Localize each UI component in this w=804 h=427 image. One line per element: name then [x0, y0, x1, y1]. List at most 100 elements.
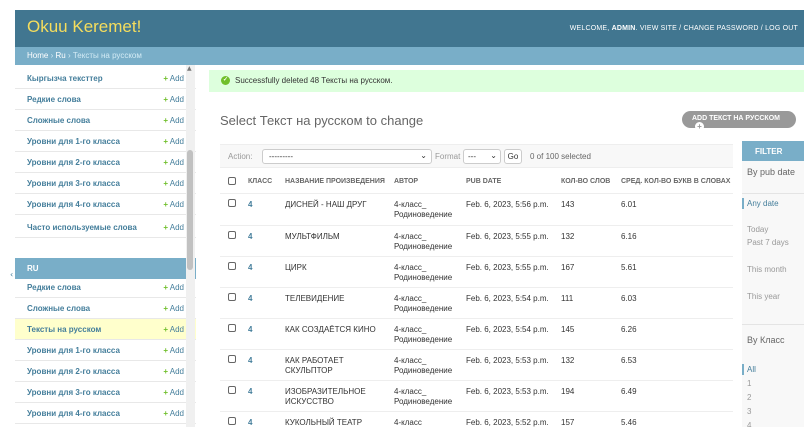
row-author: 4-класс_ Родиноведение: [394, 294, 453, 313]
sidebar-model-link[interactable]: Уровни для 4-го класса: [27, 200, 120, 209]
row-checkbox[interactable]: [228, 417, 236, 425]
row-words: 194: [561, 387, 575, 396]
sidebar-add-link[interactable]: + Add: [163, 158, 184, 167]
sidebar-add-link[interactable]: + Add: [163, 137, 184, 146]
filter-divider: [742, 324, 804, 325]
sidebar-add-label: Add: [169, 95, 184, 104]
sidebar-model-link[interactable]: Тексты на русском: [27, 325, 101, 334]
sidebar-add-link[interactable]: + Add: [163, 95, 184, 104]
sidebar-add-label: Add: [169, 409, 184, 418]
row-checkbox[interactable]: [228, 324, 236, 332]
row-checkbox[interactable]: [228, 231, 236, 239]
breadcrumb-separator: ›: [67, 51, 71, 60]
sidebar-model-link[interactable]: Часто используемые слова: [27, 223, 137, 232]
row-words: 167: [561, 263, 575, 272]
plus-icon: +: [163, 158, 168, 167]
filter-item-this-year[interactable]: This year: [742, 291, 804, 302]
filter-item-2[interactable]: 2: [742, 392, 804, 403]
filter-item-4[interactable]: 4: [742, 420, 804, 427]
breadcrumb-home[interactable]: Home: [27, 51, 48, 60]
filter-title: FILTER: [742, 141, 804, 161]
filter-item-today[interactable]: Today: [742, 224, 804, 235]
sidebar-scrollbar[interactable]: ▲: [186, 65, 195, 427]
row-klass-link[interactable]: 4: [248, 356, 252, 366]
sidebar-app-header[interactable]: RU: [15, 258, 196, 279]
sidebar-add-label: Add: [169, 116, 184, 125]
success-message: ✓ Successfully deleted 48 Тексты на русс…: [209, 70, 804, 92]
filter-item-this-month[interactable]: This month: [742, 264, 804, 275]
row-checkbox[interactable]: [228, 355, 236, 363]
row-klass-link[interactable]: 4: [248, 418, 252, 427]
sidebar-model-link[interactable]: Уровни для 1-го класса: [27, 346, 120, 355]
row-title: КАК РАБОТАЕТ СКУЛЬПТОР: [285, 356, 344, 375]
sidebar-add-link[interactable]: + Add: [163, 388, 184, 397]
column-header-pubdate[interactable]: PUB DATE: [466, 178, 501, 185]
sidebar-add-link[interactable]: + Add: [163, 304, 184, 313]
row-title: ЦИРК: [285, 263, 307, 272]
row-pubdate: Feb. 6, 2023, 5:56 p.m.: [466, 200, 549, 209]
row-checkbox[interactable]: [228, 293, 236, 301]
sidebar-model-link[interactable]: Кыргызча тексттер: [27, 74, 103, 83]
filter-item-3[interactable]: 3: [742, 406, 804, 417]
row-klass-link[interactable]: 4: [248, 263, 252, 273]
sidebar-add-link[interactable]: + Add: [163, 283, 184, 292]
add-text-button[interactable]: ADD ТЕКСТ НА РУССКОМ +: [682, 111, 796, 131]
select-all-checkbox[interactable]: [228, 177, 236, 185]
sidebar-model-link[interactable]: Уровни для 2-го класса: [27, 367, 120, 376]
check-circle-icon: ✓: [221, 76, 230, 85]
filter-item-any-date[interactable]: Any date: [742, 198, 804, 209]
action-select[interactable]: --------- ⌄: [262, 149, 432, 164]
user-links[interactable]: . VIEW SITE / CHANGE PASSWORD / LOG OUT: [636, 25, 798, 32]
plus-icon: +: [163, 388, 168, 397]
row-checkbox[interactable]: [228, 386, 236, 394]
filter-item-all[interactable]: All: [742, 364, 804, 375]
row-klass-link[interactable]: 4: [248, 294, 252, 304]
row-klass-link[interactable]: 4: [248, 232, 252, 242]
sidebar-add-link[interactable]: + Add: [163, 116, 184, 125]
sidebar-add-link[interactable]: + Add: [163, 346, 184, 355]
sidebar-add-link[interactable]: + Add: [163, 367, 184, 376]
sidebar-model-link[interactable]: Уровни для 1-го класса: [27, 137, 120, 146]
column-header-klass[interactable]: КЛАСС: [248, 178, 272, 185]
row-pubdate: Feb. 6, 2023, 5:55 p.m.: [466, 232, 549, 241]
selected-count: 0 of 100 selected: [530, 152, 591, 161]
sidebar-model-link[interactable]: Сложные слова: [27, 116, 90, 125]
sidebar-model-row: Сложные слова + Add: [15, 110, 196, 131]
sidebar-model-link[interactable]: Сложные слова: [27, 304, 90, 313]
sidebar-add-label: Add: [169, 200, 184, 209]
sidebar-model-link[interactable]: Уровни для 3-го класса: [27, 388, 120, 397]
sidebar-add-link[interactable]: + Add: [163, 223, 184, 232]
sidebar-add-link[interactable]: + Add: [163, 179, 184, 188]
column-header-avg[interactable]: СРЕД. КОЛ-ВО БУКВ В СЛОВАХ: [621, 178, 730, 185]
row-klass-link[interactable]: 4: [248, 200, 252, 210]
breadcrumb-app[interactable]: Ru: [55, 51, 65, 60]
go-button[interactable]: Go: [504, 149, 522, 164]
column-header-words[interactable]: КОЛ-ВО СЛОВ: [561, 178, 610, 185]
row-klass-link[interactable]: 4: [248, 387, 252, 397]
sidebar-model-link[interactable]: Уровни для 4-го класса: [27, 409, 120, 418]
column-header-author[interactable]: АВТОР: [394, 178, 418, 185]
sidebar-add-link[interactable]: + Add: [163, 409, 184, 418]
sidebar-add-link[interactable]: + Add: [163, 325, 184, 334]
sidebar-model-link[interactable]: Уровни для 3-го класса: [27, 179, 120, 188]
sidebar-add-link[interactable]: + Add: [163, 74, 184, 83]
sidebar-model-link[interactable]: Редкие слова: [27, 95, 81, 104]
format-select[interactable]: --- ⌄: [463, 149, 501, 164]
row-klass-link[interactable]: 4: [248, 325, 252, 335]
sidebar-model-row: Сложные слова + Add: [15, 298, 196, 319]
row-checkbox[interactable]: [228, 199, 236, 207]
filter-item-1[interactable]: 1: [742, 378, 804, 389]
column-header-title[interactable]: НАЗВАНИЕ ПРОИЗВЕДЕНИЯ: [285, 178, 385, 185]
site-brand[interactable]: Okuu Keremet!: [27, 17, 141, 37]
sidebar-model-link[interactable]: Редкие слова: [27, 283, 81, 292]
format-select-value: ---: [468, 152, 476, 161]
sidebar-model-link[interactable]: Уровни для 2-го класса: [27, 158, 120, 167]
filter-item-past-7-days[interactable]: Past 7 days: [742, 237, 804, 248]
sidebar-toggle-icon[interactable]: ‹: [10, 270, 15, 280]
row-checkbox[interactable]: [228, 262, 236, 270]
sidebar-scrollbar-thumb[interactable]: [187, 150, 193, 270]
sidebar-add-link[interactable]: + Add: [163, 200, 184, 209]
plus-icon: +: [163, 74, 168, 83]
row-author: 4-класс_ Родиноведение: [394, 325, 453, 344]
scroll-up-arrow-icon[interactable]: ▲: [187, 65, 192, 72]
